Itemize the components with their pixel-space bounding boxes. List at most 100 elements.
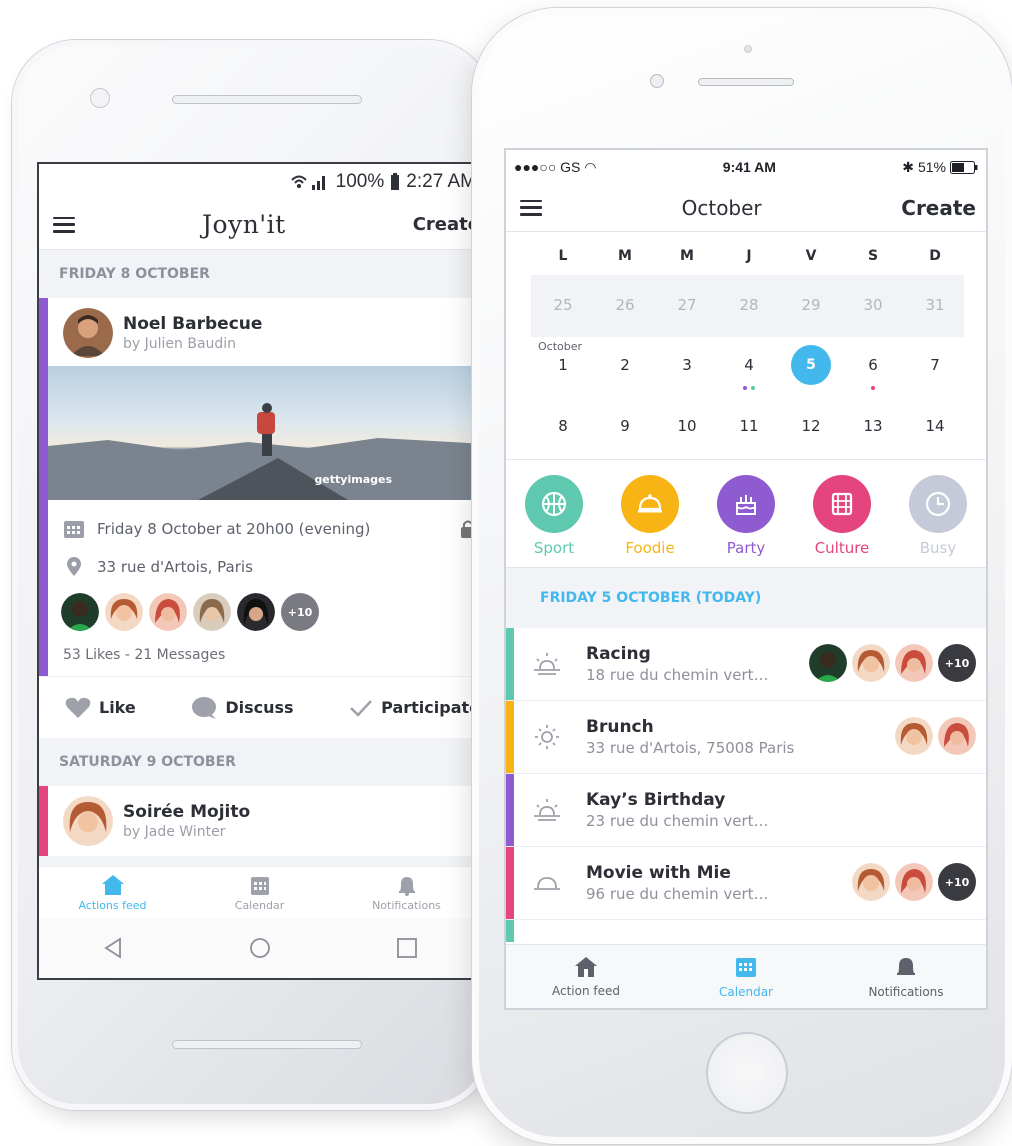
event-card[interactable]: Soirée Mojito by Jade Winter [39, 786, 480, 856]
event-address: 33 rue d'Artois, 75008 Paris [586, 739, 795, 757]
more-participants-badge[interactable]: +10 [281, 593, 319, 631]
front-camera [650, 74, 664, 88]
calendar-day[interactable]: 6 [842, 356, 904, 374]
more-participants-badge[interactable]: +10 [938, 644, 976, 682]
android-tab-bar: Actions feed Calendar Notifications [39, 866, 480, 918]
android-phone: 100% 2:27 AM Joyn'it Create FRIDAY 8 OCT… [12, 40, 492, 1110]
participate-button[interactable]: Participate [349, 698, 480, 718]
calendar-day[interactable]: 9 [594, 417, 656, 435]
calendar-weekday: D [929, 248, 941, 264]
category-party[interactable]: Party [717, 474, 775, 557]
avatar [895, 863, 933, 901]
calendar-day[interactable]: 27 [656, 296, 718, 314]
feed-date-header: FRIDAY 8 OCTOBER [39, 250, 480, 298]
calendar-day[interactable]: 10 [656, 417, 718, 435]
category-circle [525, 474, 583, 533]
menu-icon[interactable] [520, 199, 542, 216]
calendar-day[interactable]: 7 [904, 356, 966, 374]
tab-notifications[interactable]: Notifications [826, 945, 986, 1008]
speaker-grille [172, 95, 362, 104]
calendar-day[interactable]: 31 [904, 296, 966, 314]
carrier: ●●●○○ GS ◠ [514, 158, 597, 175]
discuss-button[interactable]: Discuss [191, 696, 294, 720]
event-card[interactable]: Noel Barbecue by Julien Baudin gettyimag… [39, 298, 480, 676]
calendar-day[interactable]: 3 [656, 356, 718, 374]
category-busy[interactable]: Busy [909, 474, 967, 557]
avatar [895, 717, 933, 755]
category-circle [813, 474, 871, 533]
home-button[interactable] [706, 1032, 788, 1114]
category-bar [506, 920, 514, 942]
event-row[interactable]: Movie with Mie 96 rue du chemin vert… +10 [506, 847, 986, 920]
recents-icon[interactable] [396, 937, 418, 959]
category-foodie[interactable]: Foodie [621, 474, 679, 557]
tab-label: Calendar [719, 984, 773, 999]
home-circle-icon[interactable] [249, 937, 271, 959]
category-circle [717, 474, 775, 533]
category-sport[interactable]: Sport [525, 474, 583, 557]
wifi-signal-icon [290, 175, 325, 190]
back-icon[interactable] [102, 937, 124, 959]
tab-calendar[interactable]: Calendar [186, 867, 333, 918]
event-title: Brunch [586, 717, 654, 737]
create-button[interactable]: Create [413, 214, 480, 235]
tab-notifications[interactable]: Notifications [333, 867, 480, 918]
event-address: 23 rue du chemin vert… [586, 812, 769, 830]
cloche-icon [534, 877, 560, 890]
app-logo: Joyn'it [202, 210, 286, 239]
menu-icon[interactable] [53, 216, 75, 233]
event-row[interactable]: Brunch 33 rue d'Artois, 75008 Paris [506, 701, 986, 774]
event-row[interactable]: Racing [506, 920, 986, 942]
calendar-day[interactable]: 1 [532, 356, 594, 374]
event-row[interactable]: Racing 18 rue du chemin vert… +10 [506, 628, 986, 701]
status-time: 9:41 AM [722, 159, 776, 175]
calendar-day[interactable]: 12 [780, 417, 842, 435]
event-photo: gettyimages [48, 366, 480, 500]
battery-icon [949, 160, 978, 174]
event-title: Movie with Mie [586, 863, 731, 883]
event-row[interactable]: Kay’s Birthday 23 rue du chemin vert… [506, 774, 986, 847]
ios-tab-bar: Action feed Calendar Notifications [506, 944, 986, 1008]
calendar-day[interactable]: 8 [532, 417, 594, 435]
event-stats: 53 Likes - 21 Messages [63, 647, 226, 663]
tab-action-feed[interactable]: Action feed [506, 945, 666, 1008]
category-label: Party [726, 538, 766, 557]
calendar-day[interactable]: 4 [718, 356, 780, 374]
calendar-day[interactable]: 29 [780, 296, 842, 314]
calendar-day[interactable]: 25 [532, 296, 594, 314]
calendar-day-today[interactable]: 5 [791, 345, 831, 385]
participants[interactable]: +10 [39, 586, 480, 638]
event-title: Racing [586, 644, 651, 664]
feed-date-header: SATURDAY 9 OCTOBER [39, 738, 480, 786]
calendar-day[interactable]: 26 [594, 296, 656, 314]
calendar-day[interactable]: 30 [842, 296, 904, 314]
participants[interactable] [895, 717, 976, 755]
speech-bubble-icon [192, 696, 217, 719]
participants[interactable]: +10 [809, 644, 976, 682]
more-participants-badge[interactable]: +10 [938, 863, 976, 901]
sunrise-icon [534, 653, 560, 675]
create-button[interactable]: Create [901, 196, 976, 220]
month-calendar: L M M J V S D 25 26 27 28 29 30 31 October 1 2 3 4 5 6 7 8 9 10 1… [506, 232, 986, 460]
category-culture[interactable]: Culture [813, 474, 871, 557]
calendar-icon [64, 521, 84, 538]
check-icon [350, 699, 373, 717]
event-title: Soirée Mojito [123, 802, 251, 822]
calendar-day[interactable]: 11 [718, 417, 780, 435]
tab-calendar[interactable]: Calendar [666, 945, 826, 1008]
card-actions: Like Discuss Participate [39, 676, 480, 738]
discuss-label: Discuss [225, 698, 294, 717]
iphone: ●●●○○ GS ◠ 9:41 AM ✱ 51% October Create … [472, 8, 1012, 1144]
event-address: 18 rue du chemin vert… [586, 666, 769, 684]
android-screen: 100% 2:27 AM Joyn'it Create FRIDAY 8 OCT… [37, 162, 482, 980]
calendar-weekday: V [805, 248, 817, 264]
avatar [938, 717, 976, 755]
tab-actions-feed[interactable]: Actions feed [39, 867, 186, 918]
participants[interactable]: +10 [852, 863, 976, 901]
calendar-weekday: M [618, 248, 632, 264]
calendar-day[interactable]: 13 [842, 417, 904, 435]
calendar-day[interactable]: 28 [718, 296, 780, 314]
like-button[interactable]: Like [65, 697, 136, 719]
calendar-day[interactable]: 14 [904, 417, 966, 435]
calendar-day[interactable]: 2 [594, 356, 656, 374]
